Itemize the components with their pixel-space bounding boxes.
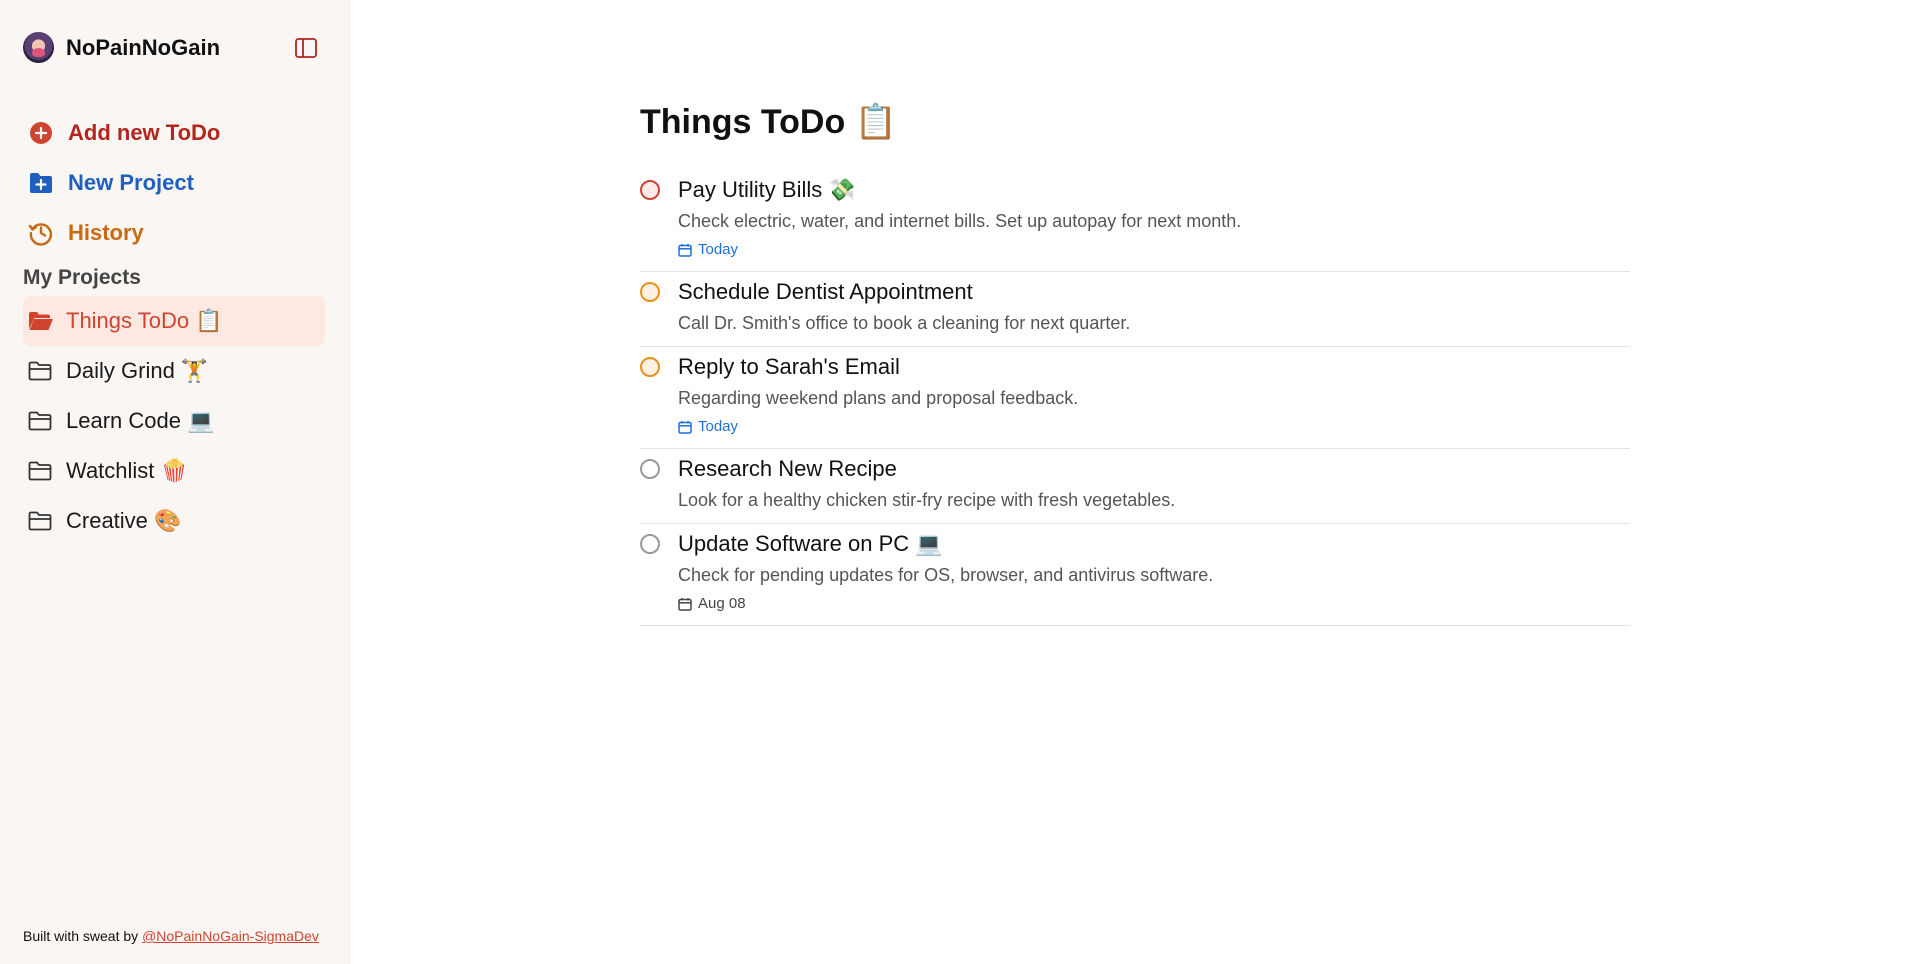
history-button[interactable]: History [28, 208, 220, 258]
calendar-icon [678, 244, 692, 257]
sidebar: NoPainNoGain Add new ToDo New Project Hi… [0, 0, 351, 964]
folder-plus-icon [28, 170, 54, 196]
complete-checkbox[interactable] [640, 357, 660, 377]
avatar[interactable] [23, 32, 54, 63]
folder-icon [28, 510, 54, 532]
task-item[interactable]: Research New Recipe Look for a healthy c… [640, 449, 1630, 524]
new-project-button[interactable]: New Project [28, 158, 220, 208]
sidebar-item-creative[interactable]: Creative 🎨 [23, 496, 325, 546]
history-icon [28, 220, 54, 246]
sidebar-item-label: Watchlist 🍿 [66, 458, 188, 483]
complete-checkbox[interactable] [640, 459, 660, 479]
new-project-label: New Project [68, 170, 194, 195]
sidebar-item-label: Learn Code 💻 [66, 408, 215, 433]
plus-circle-icon [28, 120, 54, 146]
complete-checkbox[interactable] [640, 282, 660, 302]
add-todo-label: Add new ToDo [68, 120, 221, 145]
due-date: Aug 08 [678, 595, 1630, 613]
project-list: Things ToDo 📋 Daily Grind 🏋️ Learn Code … [23, 296, 325, 546]
sidebar-toggle-icon[interactable] [295, 38, 317, 58]
folder-icon [28, 410, 54, 432]
task-description: Check electric, water, and internet bill… [678, 211, 1242, 231]
due-date: Today [678, 418, 1630, 436]
sidebar-item-learn-code[interactable]: Learn Code 💻 [23, 396, 325, 446]
task-title[interactable]: Schedule Dentist Appointment [678, 279, 1630, 305]
sidebar-item-things-todo[interactable]: Things ToDo 📋 [23, 296, 325, 346]
task-title[interactable]: Research New Recipe [678, 456, 1630, 482]
calendar-icon [678, 421, 692, 434]
sidebar-item-label: Daily Grind 🏋️ [66, 358, 209, 383]
page-title: Things ToDo 📋 [640, 103, 897, 141]
task-description: Look for a healthy chicken stir-fry reci… [678, 490, 1176, 510]
folder-icon [28, 360, 54, 382]
action-list: Add new ToDo New Project History [28, 108, 220, 258]
sidebar-item-watchlist[interactable]: Watchlist 🍿 [23, 446, 325, 496]
due-date-label: Today [698, 418, 739, 435]
complete-checkbox[interactable] [640, 534, 660, 554]
folder-icon [28, 460, 54, 482]
sidebar-item-label: Things ToDo 📋 [66, 308, 223, 333]
add-todo-button[interactable]: Add new ToDo [28, 108, 220, 158]
due-date-label: Aug 08 [698, 595, 746, 612]
complete-checkbox[interactable] [640, 180, 660, 200]
brand-name: NoPainNoGain [66, 34, 221, 60]
task-description: Check for pending updates for OS, browse… [678, 565, 1214, 585]
brand: NoPainNoGain [23, 32, 220, 63]
footer: Built with sweat by @NoPainNoGain-SigmaD… [23, 928, 319, 944]
history-label: History [68, 220, 144, 245]
calendar-icon [678, 598, 692, 611]
task-title[interactable]: Pay Utility Bills 💸 [678, 177, 1630, 203]
due-date: Today [678, 241, 1630, 259]
task-title[interactable]: Reply to Sarah's Email [678, 354, 1630, 380]
task-item[interactable]: Schedule Dentist Appointment Call Dr. Sm… [640, 272, 1630, 347]
sidebar-item-daily-grind[interactable]: Daily Grind 🏋️ [23, 346, 325, 396]
task-description: Regarding weekend plans and proposal fee… [678, 388, 1079, 408]
task-title[interactable]: Update Software on PC 💻 [678, 531, 1630, 557]
folder-open-icon [28, 310, 54, 332]
task-list: Pay Utility Bills 💸 Check electric, wate… [640, 170, 1630, 626]
my-projects-heading: My Projects [23, 266, 141, 289]
task-description: Call Dr. Smith's office to book a cleani… [678, 313, 1131, 333]
task-item[interactable]: Update Software on PC 💻 Check for pendin… [640, 524, 1630, 626]
task-item[interactable]: Reply to Sarah's Email Regarding weekend… [640, 347, 1630, 449]
due-date-label: Today [698, 241, 739, 258]
footer-text: Built with sweat by [23, 928, 143, 944]
footer-author-link[interactable]: @NoPainNoGain-SigmaDev [142, 928, 319, 944]
task-item[interactable]: Pay Utility Bills 💸 Check electric, wate… [640, 170, 1630, 272]
main-content: Things ToDo 📋 Pay Utility Bills 💸 Check … [351, 0, 1912, 964]
sidebar-item-label: Creative 🎨 [66, 508, 182, 533]
